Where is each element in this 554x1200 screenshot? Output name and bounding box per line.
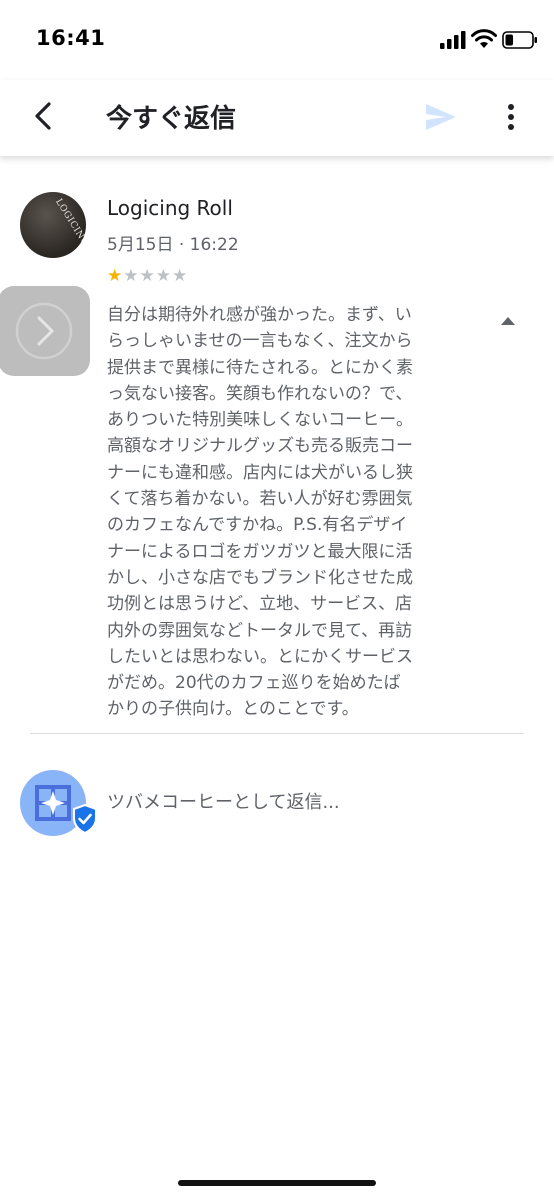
star-empty-icon: ★	[172, 266, 189, 286]
divider	[30, 733, 524, 734]
reply-input[interactable]	[107, 786, 507, 818]
more-vert-icon	[508, 104, 514, 130]
reviewer-avatar: LOGICING · ORIGINAL TR	[20, 192, 86, 258]
star-empty-icon: ★	[123, 266, 140, 286]
review-text: 自分は期待外れ感が強かった。まず、い らっしゃいませの一言もなく、注文から 提供…	[107, 305, 413, 720]
star-empty-icon: ★	[155, 266, 172, 286]
reviewer-name: Logicing Roll	[107, 196, 233, 220]
review-date: 5月15日 · 16:22	[107, 235, 239, 255]
back-arrow-icon	[35, 102, 51, 130]
back-button[interactable]	[22, 94, 66, 138]
home-indicator	[178, 1180, 376, 1186]
chevron-right-icon	[15, 302, 73, 360]
app-bar: 今すぐ返信	[0, 80, 554, 156]
page-title: 今すぐ返信	[106, 104, 237, 134]
star-filled-icon: ★	[107, 266, 124, 286]
collapse-review-button[interactable]	[494, 310, 522, 332]
verified-shield-icon	[73, 804, 97, 834]
star-rating: ★★★★★	[107, 266, 188, 286]
battery-icon	[502, 31, 537, 49]
wifi-icon	[471, 29, 497, 48]
star-empty-icon: ★	[139, 266, 156, 286]
status-bar: 16:41	[0, 0, 554, 80]
cellular-signal-icon	[440, 31, 466, 49]
send-icon	[426, 104, 456, 130]
triangle-up-icon	[501, 317, 515, 325]
send-button[interactable]	[420, 96, 462, 138]
more-options-button[interactable]	[490, 96, 532, 138]
side-panel-handle[interactable]	[0, 286, 90, 376]
status-time: 16:41	[36, 26, 106, 50]
reviewer-avatar-image: LOGICING · ORIGINAL TR	[53, 197, 86, 258]
svg-text:LOGICING · ORIGINAL TR: LOGICING · ORIGINAL TR	[53, 197, 86, 258]
store-logo-icon	[35, 785, 71, 821]
